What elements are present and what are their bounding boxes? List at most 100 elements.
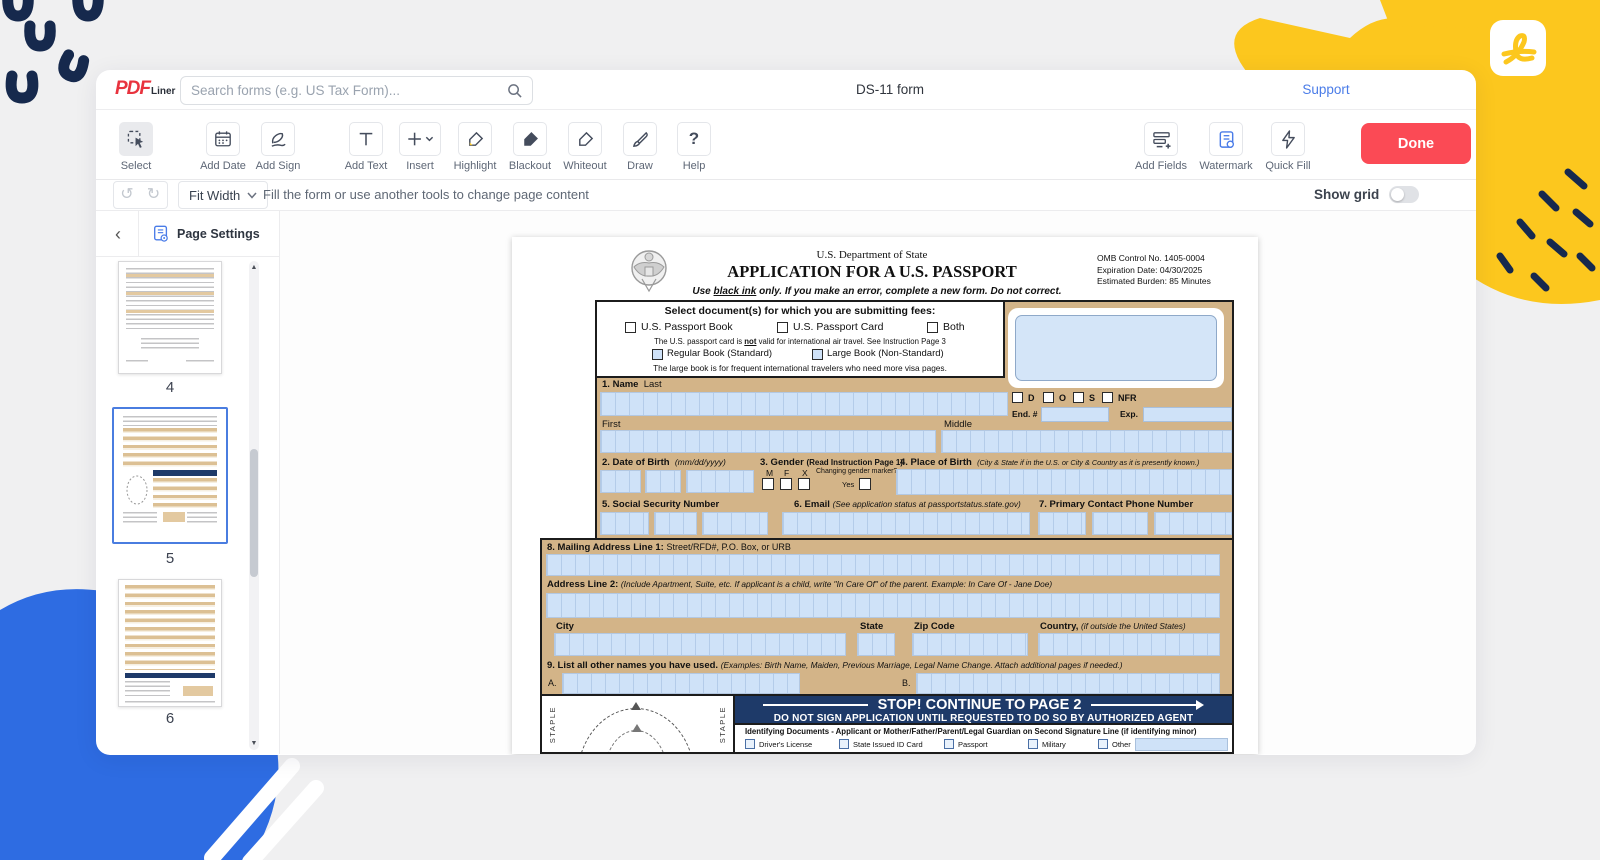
gender-m-checkbox[interactable] <box>762 478 774 490</box>
phone-field-2[interactable] <box>1092 512 1148 535</box>
city-field[interactable] <box>554 633 846 656</box>
arrow-right-icon <box>1196 700 1204 710</box>
select-tool-button[interactable]: Select <box>108 122 164 172</box>
staple-text-left: STAPLE <box>548 706 557 743</box>
redo-button[interactable]: ↻ <box>140 181 168 209</box>
search-form-box[interactable] <box>180 76 533 105</box>
phone-field-1[interactable] <box>1038 512 1086 535</box>
military-checkbox[interactable] <box>1028 739 1038 749</box>
add-date-label: Add Date <box>195 160 251 172</box>
scroll-up-icon[interactable]: ▲ <box>249 264 259 271</box>
watermark-label: Watermark <box>1194 160 1258 172</box>
ssn-field-3[interactable] <box>702 512 768 535</box>
highlight-button[interactable]: Highlight <box>447 122 503 172</box>
add-text-button[interactable]: Add Text <box>338 122 394 172</box>
address-line2-field[interactable] <box>546 593 1220 618</box>
help-button[interactable]: ? Help <box>666 122 722 172</box>
search-icon[interactable] <box>507 83 522 98</box>
passport-book-checkbox[interactable] <box>625 322 636 333</box>
page-number-5: 5 <box>96 550 244 567</box>
page-number-6: 6 <box>96 710 244 727</box>
ssn-label: 5. Social Security Number <box>602 499 719 510</box>
drivers-license-label: Driver's License <box>759 740 812 749</box>
dob-day-field[interactable] <box>645 470 681 493</box>
add-fields-button[interactable]: Add Fields <box>1129 122 1193 172</box>
pob-field[interactable] <box>896 469 1232 495</box>
yes-label: Yes <box>842 480 854 489</box>
collapse-sidebar-button[interactable]: ‹ <box>104 220 132 248</box>
passport-book-label: U.S. Passport Book <box>641 321 733 333</box>
sidebar-scrollbar[interactable]: ▲ ▼ <box>249 261 259 750</box>
pdfliner-logo[interactable]: PDF Liner <box>115 78 175 100</box>
both-checkbox[interactable] <box>927 322 938 333</box>
address-line1-field[interactable] <box>546 554 1220 576</box>
zip-label: Zip Code <box>914 621 955 632</box>
endorsement-field-area[interactable] <box>1015 315 1217 381</box>
exp-field[interactable] <box>1143 407 1232 422</box>
gender-x-checkbox[interactable] <box>798 478 810 490</box>
zip-field[interactable] <box>912 633 1028 656</box>
gender-f-checkbox[interactable] <box>780 478 792 490</box>
country-field[interactable] <box>1038 633 1220 656</box>
nfr-checkbox[interactable] <box>1102 392 1113 403</box>
scrollbar-thumb[interactable] <box>250 449 258 577</box>
ds11-form-page[interactable]: U.S. Department of State APPLICATION FOR… <box>512 237 1258 754</box>
state-id-checkbox[interactable] <box>839 739 849 749</box>
search-input[interactable] <box>191 83 507 98</box>
dob-label: 2. Date of Birth (mm/dd/yyyy) <box>602 457 726 468</box>
quick-fill-button[interactable]: Quick Fill <box>1256 122 1320 172</box>
other-name-b-label: B. <box>902 678 911 688</box>
middle-name-field[interactable] <box>941 430 1232 453</box>
ssn-field-2[interactable] <box>654 512 697 535</box>
add-date-button[interactable]: Add Date <box>195 122 251 172</box>
other-name-a-field[interactable] <box>562 673 800 694</box>
add-sign-label: Add Sign <box>250 160 306 172</box>
dob-year-field[interactable] <box>686 470 754 493</box>
regular-book-checkbox[interactable] <box>652 349 663 360</box>
other-name-b-field[interactable] <box>916 673 1220 694</box>
changing-gender-yes-checkbox[interactable] <box>859 478 871 490</box>
other-names-label: 9. List all other names you have used. (… <box>547 660 1123 671</box>
d-checkbox[interactable] <box>1012 392 1023 403</box>
page-thumbnail-4[interactable] <box>118 261 222 374</box>
whiteout-button[interactable]: Whiteout <box>557 122 613 172</box>
scroll-down-icon[interactable]: ▼ <box>249 740 259 747</box>
last-name-field[interactable] <box>600 392 1008 416</box>
end-number-field[interactable] <box>1041 407 1109 422</box>
s-checkbox[interactable] <box>1073 392 1084 403</box>
page-thumbnail-5-selected[interactable] <box>112 407 228 544</box>
watermark-button[interactable]: Watermark <box>1194 122 1258 172</box>
first-name-field[interactable] <box>600 430 936 453</box>
page-thumbnail-6[interactable] <box>118 579 222 707</box>
zoom-mode-dropdown[interactable]: Fit Width <box>178 181 268 209</box>
done-button[interactable]: Done <box>1361 123 1471 164</box>
whiteout-brush-icon <box>576 130 595 149</box>
o-checkbox[interactable] <box>1043 392 1054 403</box>
blackout-button[interactable]: Blackout <box>502 122 558 172</box>
show-grid-toggle[interactable] <box>1389 186 1419 203</box>
ssn-field-1[interactable] <box>600 512 649 535</box>
app-header: PDF Liner DS-11 form Support <box>96 70 1476 110</box>
undo-button[interactable]: ↺ <box>113 181 141 209</box>
support-link[interactable]: Support <box>1286 82 1366 97</box>
name-section-label: 1. Name Last <box>602 379 662 390</box>
editor-hint-text: Fill the form or use another tools to ch… <box>263 187 589 202</box>
document-title: DS-11 form <box>810 82 970 97</box>
add-sign-button[interactable]: Add Sign <box>250 122 306 172</box>
staple-arrow-inner-icon <box>632 724 642 732</box>
passport-id-checkbox[interactable] <box>944 739 954 749</box>
phone-field-3[interactable] <box>1154 512 1232 535</box>
other-id-checkbox[interactable] <box>1098 739 1108 749</box>
stop-banner: STOP! CONTINUE TO PAGE 2 DO NOT SIGN APP… <box>733 694 1234 725</box>
other-id-field[interactable] <box>1135 738 1228 751</box>
page-settings-button[interactable]: Page Settings <box>152 219 260 249</box>
large-book-checkbox[interactable] <box>812 349 823 360</box>
insert-button[interactable]: Insert <box>392 122 448 172</box>
dob-month-field[interactable] <box>600 470 641 493</box>
email-field[interactable] <box>782 512 1030 535</box>
email-label: 6. Email (See application status at pass… <box>794 499 1021 510</box>
draw-button[interactable]: Draw <box>612 122 668 172</box>
drivers-license-checkbox[interactable] <box>745 739 755 749</box>
state-field[interactable] <box>857 633 895 656</box>
passport-card-checkbox[interactable] <box>777 322 788 333</box>
